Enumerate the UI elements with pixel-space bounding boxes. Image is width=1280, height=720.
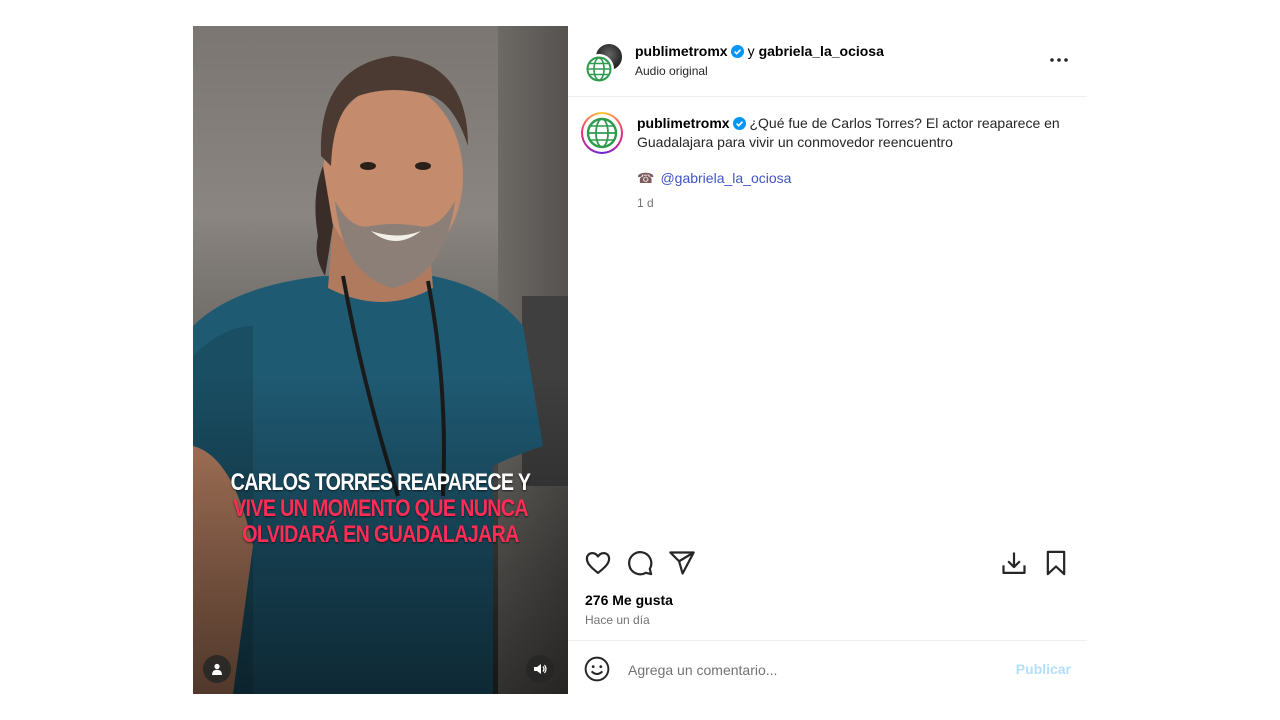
overlay-line-3: OLVIDARÁ EN GUADALAJARA <box>242 521 519 548</box>
user-tag-icon <box>212 663 222 675</box>
reel-video[interactable]: CARLOS TORRES REAPARECE Y VIVE UN MOMENT… <box>193 26 568 694</box>
caption-author-avatar[interactable] <box>581 112 623 154</box>
emoji-icon <box>584 656 610 682</box>
download-button[interactable] <box>1000 549 1028 577</box>
comment-composer: Publicar <box>568 640 1087 695</box>
video-overlay-caption: CARLOS TORRES REAPARECE Y VIVE UN MOMENT… <box>227 470 535 548</box>
author-avatars[interactable] <box>584 42 624 84</box>
post-age: Hace un día <box>585 613 650 627</box>
likes-count[interactable]: 276 Me gusta <box>585 592 673 608</box>
comment-input[interactable] <box>626 655 990 685</box>
speaker-icon <box>534 664 547 674</box>
action-bar <box>568 546 1087 586</box>
download-icon <box>1002 552 1026 575</box>
author-avatar[interactable] <box>584 54 614 84</box>
publish-comment-button[interactable]: Publicar <box>1016 661 1071 677</box>
save-button[interactable] <box>1042 549 1070 577</box>
comment-button[interactable] <box>626 549 654 577</box>
globe-icon <box>586 56 612 82</box>
post-details-panel: publimetromx y gabriela_la_ociosa Audio or… <box>568 26 1087 694</box>
overlay-line-2: VIVE UN MOMENTO QUE NUNCA <box>233 495 529 522</box>
author-username-link[interactable]: publimetromx <box>635 43 728 59</box>
tagged-users-button[interactable] <box>203 655 231 683</box>
heart-icon <box>585 551 611 575</box>
like-button[interactable] <box>584 549 612 577</box>
comment-icon <box>628 551 653 576</box>
verified-badge-icon <box>732 117 746 130</box>
emoji-button[interactable] <box>584 656 610 682</box>
author-connector: y <box>747 43 755 59</box>
share-button[interactable] <box>668 549 696 577</box>
verified-badge-icon <box>730 45 744 58</box>
audio-toggle-button[interactable] <box>526 655 554 683</box>
caption-mention[interactable]: ☎ @gabriela_la_ociosa <box>637 170 791 187</box>
more-options-icon <box>1050 58 1068 62</box>
post-header: publimetromx y gabriela_la_ociosa Audio or… <box>568 26 1087 97</box>
overlay-line-1: CARLOS TORRES REAPARECE Y <box>230 469 531 496</box>
more-options-button[interactable] <box>1047 50 1071 70</box>
caption-text: publimetromx ¿Qué fue de Carlos Torres? … <box>637 114 1067 152</box>
globe-icon <box>586 117 618 149</box>
telephone-emoji: ☎ <box>637 170 655 186</box>
send-icon <box>669 551 695 575</box>
coauthor-username-link[interactable]: gabriela_la_ociosa <box>759 43 884 59</box>
audio-original-link[interactable]: Audio original <box>635 63 708 79</box>
mention-link[interactable]: @gabriela_la_ociosa <box>660 170 791 186</box>
author-names: publimetromx y gabriela_la_ociosa <box>635 42 884 60</box>
caption-username-link[interactable]: publimetromx <box>637 115 730 131</box>
bookmark-icon <box>1046 550 1066 576</box>
caption-timestamp: 1 d <box>637 196 654 210</box>
post-dialog: CARLOS TORRES REAPARECE Y VIVE UN MOMENT… <box>193 26 1087 694</box>
